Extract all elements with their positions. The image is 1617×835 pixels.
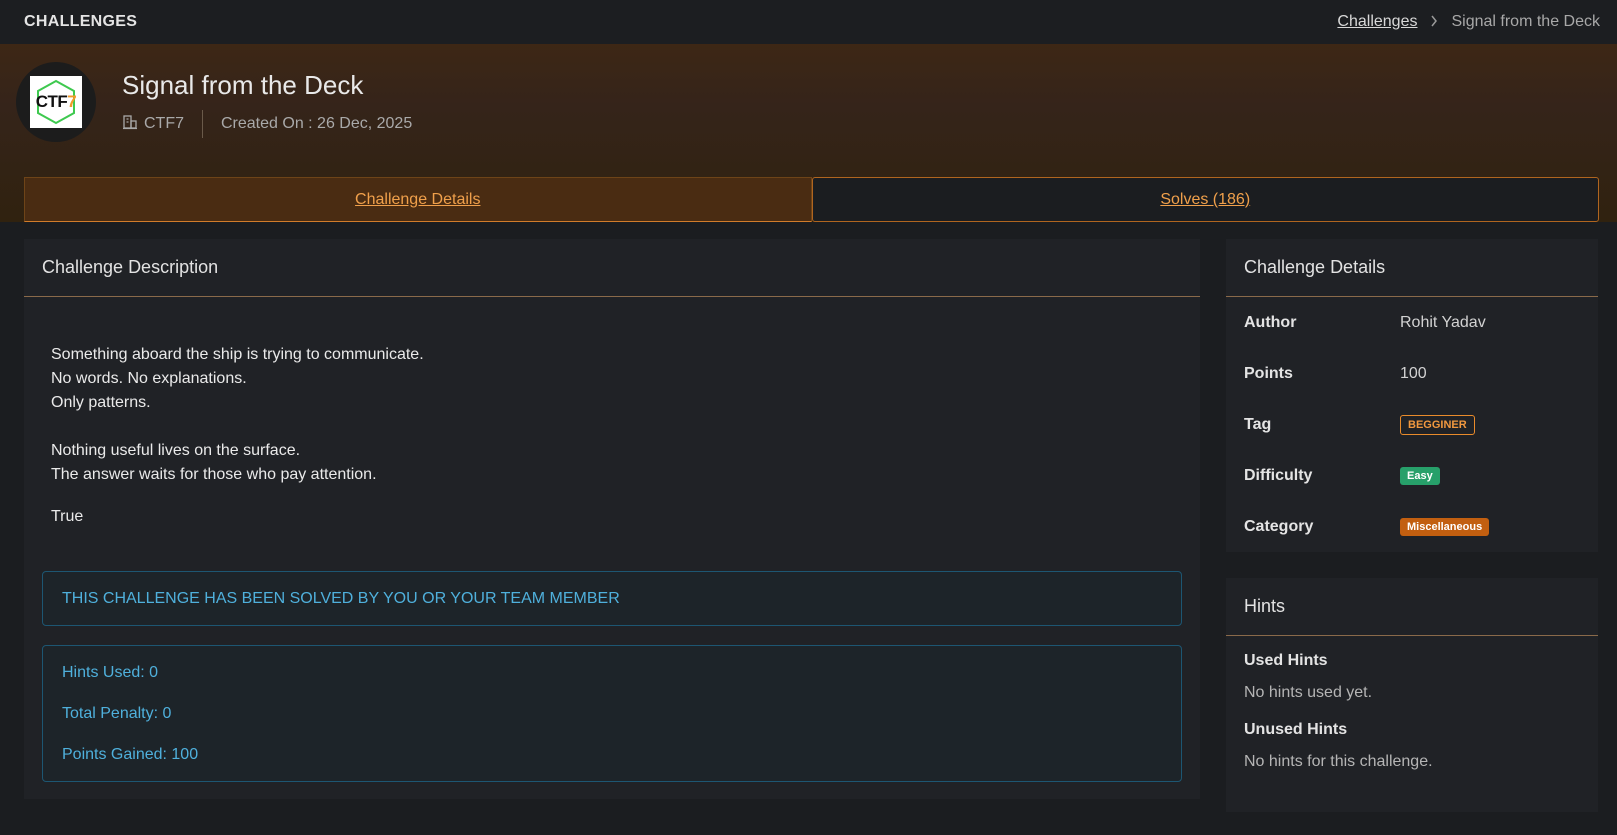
chevron-right-icon xyxy=(1430,15,1438,30)
tag-badge: BEGGINER xyxy=(1400,414,1475,435)
unused-hints-title: Unused Hints xyxy=(1244,721,1348,738)
detail-label: Tag xyxy=(1244,415,1272,433)
challenge-description-card: Challenge Description Something aboard t… xyxy=(24,239,1200,799)
detail-value: 100 xyxy=(1400,364,1427,382)
description-line: Something aboard the ship is trying to c… xyxy=(51,346,424,363)
detail-row-category: Category Miscellaneous xyxy=(1226,501,1598,552)
tab-challenge-details[interactable]: Challenge Details xyxy=(24,177,812,222)
challenge-title: Signal from the Deck xyxy=(122,70,364,100)
hints-used-stat: Hints Used: 0 xyxy=(62,663,159,681)
challenge-meta: CTF7 Created On : 26 Dec, 2025 xyxy=(122,109,412,139)
detail-label: Category xyxy=(1244,517,1314,535)
difficulty-badge: Easy xyxy=(1400,466,1440,485)
detail-row-tag: Tag BEGGINER xyxy=(1226,399,1598,450)
top-bar: CHALLENGES Challenges Signal from the De… xyxy=(0,0,1617,44)
detail-value: Rohit Yadav xyxy=(1400,313,1486,331)
description-line: Only patterns. xyxy=(51,394,151,411)
meta-divider xyxy=(202,110,203,138)
breadcrumb-link-challenges[interactable]: Challenges xyxy=(1337,13,1417,31)
card-header: Hints xyxy=(1226,578,1598,636)
used-hints-title: Used Hints xyxy=(1244,652,1328,669)
category-badge: Miscellaneous xyxy=(1400,517,1490,536)
description-line: True xyxy=(51,508,84,525)
hints-body: Used Hints No hints used yet. Unused Hin… xyxy=(1226,636,1598,777)
building-icon xyxy=(122,114,138,135)
challenge-details-card: Challenge Details Author Rohit Yadav Poi… xyxy=(1226,239,1598,552)
description-line: The answer waits for those who pay atten… xyxy=(51,466,377,483)
points-gained-stat: Points Gained: 100 xyxy=(62,745,199,763)
detail-row-points: Points 100 xyxy=(1226,348,1598,399)
page-section-title: CHALLENGES xyxy=(24,13,138,30)
card-header: Challenge Details xyxy=(1226,239,1598,297)
total-penalty-stat: Total Penalty: 0 xyxy=(62,704,172,722)
detail-row-author: Author Rohit Yadav xyxy=(1226,297,1598,348)
description-body: Something aboard the ship is trying to c… xyxy=(24,297,1200,529)
solved-notice: THIS CHALLENGE HAS BEEN SOLVED BY YOU OR… xyxy=(42,571,1182,626)
details-list: Author Rohit Yadav Points 100 Tag BEGGIN… xyxy=(1226,297,1598,552)
breadcrumb: Challenges Signal from the Deck xyxy=(1337,13,1600,31)
tab-solves[interactable]: Solves (186) xyxy=(811,177,1599,222)
hints-card: Hints Used Hints No hints used yet. Unus… xyxy=(1226,578,1598,812)
detail-row-difficulty: Difficulty Easy xyxy=(1226,450,1598,501)
challenge-tabs: Challenge Details Solves (186) xyxy=(24,177,1599,222)
solve-stats: Hints Used: 0 Total Penalty: 0 Points Ga… xyxy=(42,645,1182,782)
card-header: Challenge Description xyxy=(24,239,1200,297)
ctf7-logo: CTF7 xyxy=(30,76,82,128)
created-date: Created On : 26 Dec, 2025 xyxy=(221,115,413,132)
avatar: CTF7 xyxy=(16,62,96,142)
description-line: No words. No explanations. xyxy=(51,370,247,387)
detail-label: Difficulty xyxy=(1244,466,1313,484)
used-hints-text: No hints used yet. xyxy=(1244,684,1373,701)
description-line: Nothing useful lives on the surface. xyxy=(51,442,301,459)
detail-label: Points xyxy=(1244,364,1293,382)
unused-hints-text: No hints for this challenge. xyxy=(1244,753,1433,770)
organization-name: CTF7 xyxy=(144,115,184,132)
breadcrumb-current: Signal from the Deck xyxy=(1451,13,1600,30)
detail-label: Author xyxy=(1244,313,1297,331)
